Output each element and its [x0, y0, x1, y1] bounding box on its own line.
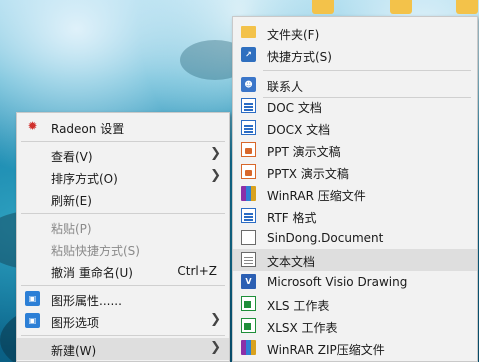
chevron-right-icon: ❯	[210, 340, 221, 355]
new-pptx-item[interactable]: PPTX 演示文稿	[233, 161, 477, 183]
undo-shortcut: Ctrl+Z	[177, 264, 217, 278]
separator	[21, 213, 225, 214]
chevron-right-icon: ❯	[210, 168, 221, 183]
new-winrar-item[interactable]: WinRAR 压缩文件	[233, 183, 477, 205]
ppt-file-icon	[241, 142, 256, 157]
separator	[21, 285, 225, 286]
paste-menu-item[interactable]: 粘贴(P)	[17, 216, 229, 238]
pptx-file-icon	[241, 164, 256, 179]
desktop-folder-icon[interactable]	[312, 0, 334, 14]
new-ppt-item[interactable]: PPT 演示文稿	[233, 139, 477, 161]
undo-rename-menu-item[interactable]: 撤消 重命名(U) Ctrl+Z	[17, 260, 229, 282]
xlsx-file-icon	[241, 318, 256, 333]
graphics-options-icon: ▣	[25, 313, 40, 328]
radeon-settings-label: Radeon 设置	[51, 122, 125, 136]
desktop-context-menu: ✹ Radeon 设置 查看(V) ❯ 排序方式(O) ❯ 刷新(E) 粘贴(P…	[16, 112, 230, 362]
new-folder-item[interactable]: 文件夹(F)	[233, 22, 477, 44]
radeon-settings-item[interactable]: ✹ Radeon 设置	[17, 116, 229, 138]
new-sindong-document-item[interactable]: SinDong.Document	[233, 227, 477, 249]
xls-file-icon	[241, 296, 256, 311]
new-doc-item[interactable]: DOC 文档	[233, 95, 477, 117]
paste-shortcut-menu-item[interactable]: 粘贴快捷方式(S)	[17, 238, 229, 260]
new-xlsx-item[interactable]: XLSX 工作表	[233, 315, 477, 337]
new-xls-item[interactable]: XLS 工作表	[233, 293, 477, 315]
new-docx-item[interactable]: DOCX 文档	[233, 117, 477, 139]
refresh-menu-item[interactable]: 刷新(E)	[17, 188, 229, 210]
separator	[21, 335, 225, 336]
graphics-properties-icon: ▣	[25, 291, 40, 306]
new-submenu: 文件夹(F) ↗ 快捷方式(S) ☻ 联系人 DOC 文档 DOCX 文档 PP…	[232, 16, 478, 362]
separator	[21, 141, 225, 142]
shortcut-icon: ↗	[241, 47, 256, 62]
radeon-icon: ✹	[27, 119, 38, 133]
rtf-file-icon	[241, 208, 256, 223]
winrar-archive-icon	[241, 186, 256, 201]
doc-file-icon	[241, 98, 256, 113]
graphics-properties-menu-item[interactable]: ▣ 图形属性......	[17, 288, 229, 310]
new-contact-item[interactable]: ☻ 联系人	[233, 74, 477, 96]
desktop-folder-icon[interactable]	[456, 0, 478, 14]
contact-icon: ☻	[241, 77, 256, 92]
new-rtf-item[interactable]: RTF 格式	[233, 205, 477, 227]
winrar-zip-icon	[241, 340, 256, 355]
blank-document-icon	[241, 230, 256, 245]
view-menu-item[interactable]: 查看(V) ❯	[17, 144, 229, 166]
chevron-right-icon: ❯	[210, 146, 221, 161]
graphics-options-menu-item[interactable]: ▣ 图形选项 ❯	[17, 310, 229, 332]
folder-icon	[241, 26, 256, 38]
text-document-icon	[241, 252, 256, 267]
new-winrar-zip-item[interactable]: WinRAR ZIP压缩文件	[233, 337, 477, 359]
new-shortcut-item[interactable]: ↗ 快捷方式(S)	[233, 44, 477, 66]
sort-by-menu-item[interactable]: 排序方式(O) ❯	[17, 166, 229, 188]
separator	[263, 70, 471, 71]
desktop-folder-icon[interactable]	[390, 0, 412, 14]
new-text-document-item[interactable]: 文本文档	[233, 249, 477, 271]
visio-drawing-icon: V	[241, 274, 256, 289]
new-visio-drawing-item[interactable]: V Microsoft Visio Drawing	[233, 271, 477, 293]
docx-file-icon	[241, 120, 256, 135]
chevron-right-icon: ❯	[210, 312, 221, 327]
new-menu-item[interactable]: 新建(W) ❯	[17, 338, 229, 360]
